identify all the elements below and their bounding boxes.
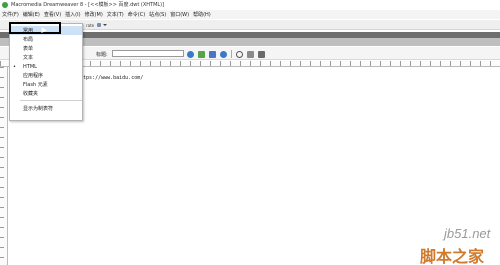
menu-item-label: 表单 [23,46,34,52]
title-label: 标题: [96,52,108,58]
menu-site[interactable]: 站点(S) [149,11,166,18]
title-bar: Macromedia Dreamweaver 8 - [<<模板>> 百度.dw… [0,0,500,9]
view-options-icon[interactable] [247,50,254,58]
menu-item-label: HTML [23,63,37,70]
toolbar-separator [231,50,232,58]
window-title: Macromedia Dreamweaver 8 - [<<模板>> 百度.dw… [11,2,165,8]
menu-item-layout[interactable]: 布局 [10,35,82,44]
menu-edit[interactable]: 编辑(E) [23,11,40,18]
checked-bullet-icon: • [13,63,16,70]
vertical-ruler [0,67,8,265]
preview-in-browser-icon[interactable] [187,50,194,58]
menu-item-html[interactable]: • HTML [10,62,82,71]
menu-item-label: 应用程序 [23,73,44,79]
watermark-name: 脚本之家 [420,247,485,265]
visual-aids-icon[interactable] [258,50,265,58]
menu-item-show-as-tabs[interactable]: 显示为制表符 [10,104,82,113]
watermark-url: jb51.net [444,226,491,241]
menu-item-application[interactable]: 应用程序 [10,71,82,80]
focus-highlight-box [9,22,61,34]
insert-bar-tail: rate [86,22,108,28]
refresh-icon[interactable] [236,50,243,58]
editor-content[interactable]: /https://www.baidu.com/ [74,75,143,81]
menu-insert[interactable]: 插入(I) [65,11,80,18]
toolbar-icons [187,50,269,58]
menu-item-label: 文本 [23,55,34,61]
menu-item-label: 布局 [23,37,34,43]
menu-bar: 文件(F) 编辑(E) 查看(V) 插入(I) 修改(M) 文本(T) 命令(C… [0,10,500,19]
menu-text[interactable]: 文本(T) [107,11,124,18]
file-management-icon[interactable] [198,50,205,58]
dreamweaver-app-icon [2,1,8,8]
menu-item-label: 显示为制表符 [23,106,54,112]
menu-file[interactable]: 文件(F) [2,11,19,18]
menu-item-favorites[interactable]: 收藏夹 [10,89,82,98]
menu-item-flash-elements[interactable]: Flash 元素 [10,80,82,89]
menu-modify[interactable]: 修改(M) [85,11,103,18]
menu-item-text[interactable]: 文本 [10,53,82,62]
menu-item-forms[interactable]: 表单 [10,44,82,53]
check-browser-icon[interactable] [220,50,227,58]
menu-help[interactable]: 帮助(H) [193,11,211,18]
menu-window[interactable]: 窗口(W) [170,11,189,18]
menu-divider [20,100,82,101]
template-dropdown-icon[interactable] [97,22,108,28]
menu-commands[interactable]: 命令(C) [128,11,145,18]
insert-tab-fragment[interactable]: rate [86,23,94,28]
title-input[interactable] [112,50,184,57]
menu-view[interactable]: 查看(V) [44,11,61,18]
menu-item-label: 收藏夹 [23,91,39,97]
insert-category-menu: 常用 布局 表单 文本 • HTML 应用程序 Flash 元素 收藏夹 显示为… [9,23,83,121]
menu-item-label: Flash 元素 [23,82,48,88]
validate-icon[interactable] [209,50,216,58]
